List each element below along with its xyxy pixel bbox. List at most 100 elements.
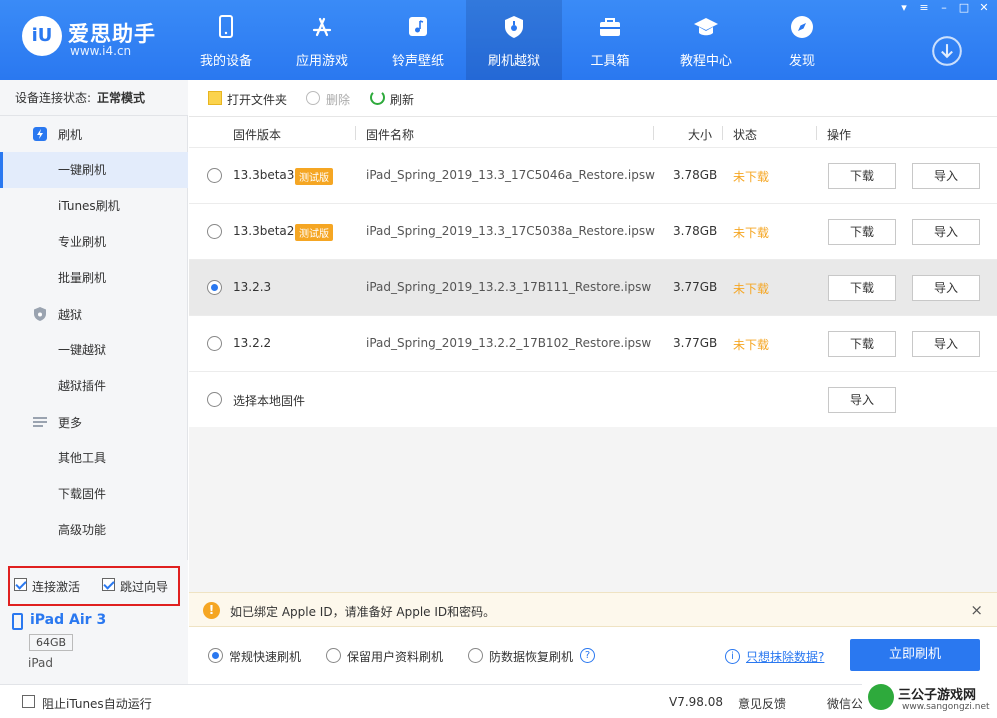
refresh-button[interactable]: 刷新: [390, 91, 414, 108]
flash-options-bar: 常规快速刷机 保留用户资料刷机 防数据恢复刷机 ? i 只想抹除数据? 立即刷机: [189, 627, 997, 684]
flash-now-button[interactable]: 立即刷机: [850, 639, 980, 671]
nav-ringtones[interactable]: 铃声壁纸: [370, 0, 466, 80]
shield-icon: [34, 307, 46, 321]
sidebar-item-download-firmware[interactable]: 下载固件: [0, 476, 188, 512]
connection-status: 设备连接状态: 正常模式: [0, 80, 188, 116]
sidebar-item-pro-flash[interactable]: 专业刷机: [0, 224, 188, 260]
skin-icon[interactable]: ▾: [896, 1, 912, 15]
sidebar-item-itunes-flash[interactable]: iTunes刷机: [0, 188, 188, 224]
import-button[interactable]: 导入: [828, 387, 896, 413]
nav-tutorials[interactable]: 教程中心: [658, 0, 754, 80]
local-firmware-radio[interactable]: [207, 392, 222, 407]
download-button[interactable]: 下载: [828, 331, 896, 357]
nav-discover[interactable]: 发现: [754, 0, 850, 80]
download-button[interactable]: 下载: [828, 163, 896, 189]
maximize-icon[interactable]: □: [956, 1, 972, 15]
download-button[interactable]: 下载: [828, 275, 896, 301]
block-itunes-checkbox[interactable]: [22, 695, 35, 708]
firmware-radio[interactable]: [207, 280, 222, 295]
table-empty-area: [189, 427, 997, 592]
firmware-status: 未下载: [733, 338, 770, 352]
import-button[interactable]: 导入: [912, 163, 980, 189]
toolbar: 打开文件夹 删除 刷新: [189, 80, 997, 117]
firmware-name: iPad_Spring_2019_13.2.2_17B102_Restore.i…: [366, 336, 652, 350]
firmware-version: 13.2.2: [233, 336, 272, 350]
firmware-name: iPad_Spring_2019_13.2.3_17B111_Restore.i…: [366, 280, 652, 294]
firmware-name: iPad_Spring_2019_13.3_17C5038a_Restore.i…: [366, 224, 655, 238]
notice-text: 如已绑定 Apple ID，请准备好 Apple ID和密码。: [230, 605, 496, 619]
compass-icon: [791, 16, 813, 38]
table-row[interactable]: 13.3beta3 测试版 iPad_Spring_2019_13.3_17C5…: [189, 148, 997, 204]
download-button[interactable]: 下载: [828, 219, 896, 245]
menu-icon: [33, 417, 47, 427]
sidebar-item-other-tools[interactable]: 其他工具: [0, 440, 188, 476]
device-name[interactable]: iPad Air 3: [30, 612, 106, 628]
firmware-status: 未下载: [733, 226, 770, 240]
sidebar-item-one-click-jailbreak[interactable]: 一键越狱: [0, 332, 188, 368]
sidebar-item-one-click-flash[interactable]: 一键刷机: [0, 152, 188, 188]
app-header: iU 爱思助手 www.i4.cn 我的设备 应用游戏 铃声壁纸 刷机越狱 工具…: [0, 0, 997, 80]
minimize-icon[interactable]: –: [936, 1, 952, 15]
delete-icon: [306, 91, 320, 105]
skip-wizard-label: 跳过向导: [120, 580, 169, 594]
nav-my-device[interactable]: 我的设备: [178, 0, 274, 80]
sidebar-item-jailbreak-plugins[interactable]: 越狱插件: [0, 368, 188, 404]
connect-activate-checkbox[interactable]: [14, 578, 27, 591]
app-logo[interactable]: iU 爱思助手 www.i4.cn: [22, 16, 202, 64]
notice-bar: ! 如已绑定 Apple ID，请准备好 Apple ID和密码。 ×: [189, 592, 997, 627]
firmware-radio[interactable]: [207, 224, 222, 239]
column-header-version: 固件版本: [233, 128, 282, 142]
anti-recovery-flash-radio[interactable]: [468, 648, 483, 663]
anti-recovery-flash-label: 防数据恢复刷机: [489, 650, 574, 664]
open-folder-button[interactable]: 打开文件夹: [227, 91, 287, 108]
sidebar-group-jailbreak[interactable]: 越狱: [0, 296, 188, 332]
skip-wizard-checkbox[interactable]: [102, 578, 115, 591]
firmware-status: 未下载: [733, 170, 770, 184]
sidebar-group-label: 更多: [58, 416, 83, 430]
keep-data-flash-radio[interactable]: [326, 648, 341, 663]
close-icon[interactable]: ✕: [976, 1, 992, 15]
help-icon[interactable]: ?: [580, 648, 595, 663]
info-icon: i: [725, 649, 740, 664]
import-button[interactable]: 导入: [912, 275, 980, 301]
feedback-link[interactable]: 意见反馈: [738, 695, 786, 712]
download-manager-icon[interactable]: [932, 36, 962, 66]
firmware-radio[interactable]: [207, 336, 222, 351]
table-row[interactable]: 13.3beta2 测试版 iPad_Spring_2019_13.3_17C5…: [189, 204, 997, 260]
settings-icon[interactable]: ≡: [916, 1, 932, 15]
nav-apps-games[interactable]: 应用游戏: [274, 0, 370, 80]
device-icon: [12, 613, 23, 630]
sidebar: 设备连接状态: 正常模式 刷机 一键刷机 iTunes刷机 专业刷机 批量刷机 越…: [0, 80, 188, 684]
nav-label: 工具箱: [590, 54, 630, 69]
watermark: 三公子游戏网 www.sangongzi.net: [862, 680, 997, 718]
sidebar-item-batch-flash[interactable]: 批量刷机: [0, 260, 188, 296]
nav-label: 铃声壁纸: [391, 54, 444, 69]
firmware-status: 未下载: [733, 282, 770, 296]
graduation-cap-icon: [694, 18, 718, 36]
folder-icon: [208, 91, 222, 105]
nav-label: 教程中心: [679, 54, 732, 69]
close-icon[interactable]: ×: [970, 601, 983, 619]
firmware-radio[interactable]: [207, 168, 222, 183]
flash-icon: [33, 127, 47, 141]
firmware-size: 3.77GB: [673, 280, 718, 294]
quick-flash-radio[interactable]: [208, 648, 223, 663]
table-row[interactable]: 13.2.2 iPad_Spring_2019_13.2.2_17B102_Re…: [189, 316, 997, 372]
block-itunes-label: 阻止iTunes自动运行: [42, 697, 152, 711]
import-button[interactable]: 导入: [912, 219, 980, 245]
nav-flash-jailbreak[interactable]: 刷机越狱: [466, 0, 562, 80]
table-row-local-firmware[interactable]: 选择本地固件 导入: [189, 372, 997, 428]
nav-toolbox[interactable]: 工具箱: [562, 0, 658, 80]
device-capacity: 64GB: [29, 634, 73, 651]
import-button[interactable]: 导入: [912, 331, 980, 357]
connect-activate-label: 连接激活: [32, 580, 81, 594]
table-row-selected[interactable]: 13.2.3 iPad_Spring_2019_13.2.3_17B111_Re…: [189, 260, 997, 316]
erase-data-link[interactable]: 只想抹除数据?: [746, 648, 824, 665]
music-icon: [409, 17, 427, 36]
sidebar-group-flash[interactable]: 刷机: [0, 116, 188, 152]
sidebar-item-advanced[interactable]: 高级功能: [0, 512, 188, 548]
delete-button[interactable]: 删除: [326, 91, 350, 108]
column-divider: [722, 126, 723, 140]
firmware-size: 3.78GB: [673, 168, 718, 182]
sidebar-group-more[interactable]: 更多: [0, 404, 188, 440]
